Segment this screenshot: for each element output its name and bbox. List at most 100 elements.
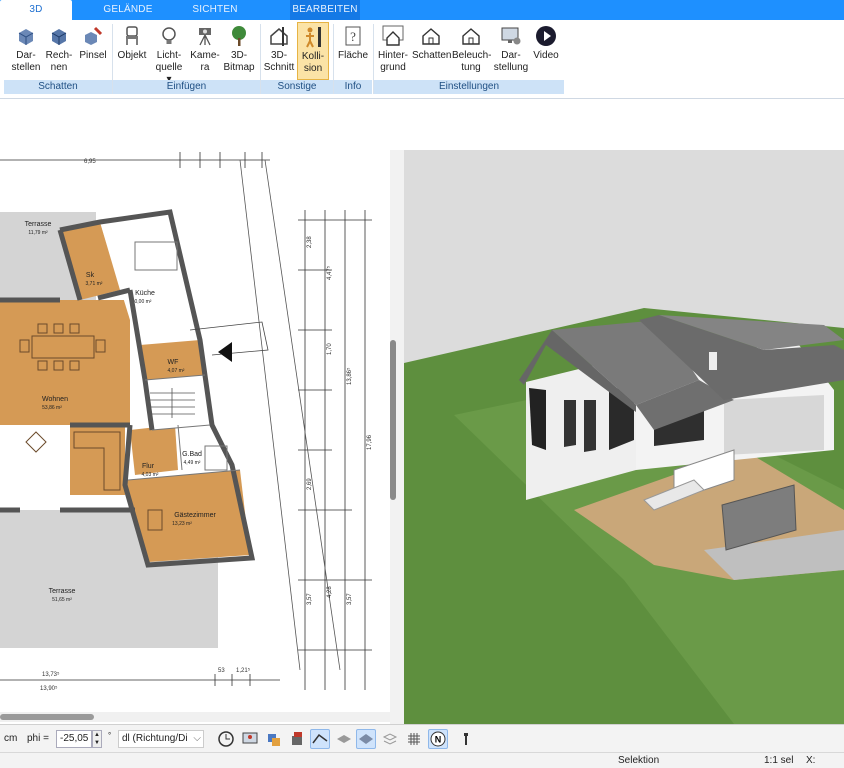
tab-sichten[interactable]: SICHTEN (176, 0, 254, 20)
terrain-view-icon[interactable] (310, 729, 330, 749)
monitor-person-icon[interactable] (240, 729, 260, 749)
grid-icon[interactable] (404, 729, 424, 749)
dl-direction-select[interactable]: dl (Richtung/Di ⌵ (118, 730, 204, 748)
group-einfuegen-label: Einfügen (113, 80, 260, 94)
rechnen-button[interactable]: Rech- nen (44, 22, 74, 80)
svg-text:2,69: 2,69 (307, 478, 313, 490)
group-einstellungen-label: Einstellungen (374, 80, 564, 94)
room-terrasse-south-area: 51,65 m² (52, 597, 72, 603)
shading-icon[interactable] (334, 729, 354, 749)
beleuchtung-label-2: tung (461, 62, 481, 73)
kollision-label-1: Kolli- (301, 51, 325, 62)
3d-view[interactable] (404, 150, 844, 724)
darstellen-label-2: stellen (11, 62, 41, 73)
schnitt-label-2: Schnitt (263, 62, 295, 73)
darstellen-label-1: Dar- (16, 50, 36, 61)
svg-text:53: 53 (218, 668, 225, 674)
3d-house-render (404, 308, 844, 724)
phi-input[interactable]: -25,05 (56, 730, 92, 748)
layers-icon[interactable] (264, 729, 284, 749)
floor-plan-view[interactable]: 6,95 13,73⁵ 13,90⁵ 53 1,21⁵ 2,38 4,47⁵ 1… (0, 150, 391, 710)
north-arrow-icon[interactable]: N (428, 729, 448, 749)
objekt-label: Objekt (117, 50, 147, 61)
tab-3d[interactable]: 3D (0, 0, 72, 20)
flaeche-button[interactable]: ? Fläche (336, 22, 370, 80)
room-wf-area: 4,07 m² (168, 368, 185, 374)
svg-text:4,47⁵: 4,47⁵ (326, 265, 333, 280)
room-kueche-area: 0,00 m² (135, 299, 152, 305)
room-wf-name: WF (168, 359, 179, 366)
room-wohnen-name: Wohnen (42, 396, 68, 403)
darstellung-button[interactable]: Dar- stellung (492, 22, 530, 80)
darstellen-button[interactable]: Dar- stellen (10, 22, 42, 80)
svg-text:2,38: 2,38 (307, 236, 313, 248)
svg-text:1,21⁵: 1,21⁵ (236, 667, 251, 674)
cube-calc-icon (51, 29, 67, 45)
kamera-label-1: Kame- (190, 50, 220, 61)
room-kueche-name: Küche (135, 290, 155, 297)
unit-label: cm (4, 733, 18, 744)
pin-icon[interactable] (456, 729, 476, 749)
monitor-settings-icon (501, 27, 521, 45)
status-scale: 1:1 sel (764, 755, 794, 766)
room-terrasse-north-area: 11,79 m² (28, 230, 48, 236)
schatten-button[interactable]: Schatten (412, 22, 452, 80)
rechnen-label-1: Rech- (45, 50, 73, 61)
hintergrund-label-1: Hinter- (377, 50, 408, 61)
group-sonstige-label: Sonstige (261, 80, 333, 94)
pinsel-label: Pinsel (79, 50, 107, 61)
kollision-button[interactable]: Kolli- sion (297, 22, 329, 80)
plan-horizontal-scrollbar[interactable] (0, 714, 94, 720)
ribbon-tab-bar: 3D GELÄNDE SICHTEN BEARBEITEN (0, 0, 844, 20)
surface-view-icon[interactable] (356, 729, 376, 749)
ribbon: Dar- stellen Rech- nen Pinsel Objekt Lic… (0, 20, 844, 99)
status-x-coordinate: X: (806, 755, 816, 766)
bitmap-label-1: 3D- (230, 50, 248, 61)
svg-text:13,73⁵: 13,73⁵ (42, 671, 60, 678)
info-question-icon: ? (345, 26, 361, 46)
degree-label: ° (108, 731, 112, 740)
plan-vertical-scrollbar[interactable] (390, 340, 396, 500)
lichtquelle-label-1: Licht- (156, 50, 182, 61)
status-mode: Selektion (618, 755, 660, 766)
schatten-label: Schatten (412, 50, 452, 61)
room-terrasse-north-name: Terrasse (25, 221, 52, 228)
pinsel-button[interactable]: Pinsel (78, 22, 108, 80)
video-button[interactable]: Video (532, 22, 560, 80)
room-sk-name: Sk (86, 272, 95, 279)
floor-plan-drawing: 6,95 13,73⁵ 13,90⁵ 53 1,21⁵ 2,38 4,47⁵ 1… (0, 152, 373, 692)
3d-schnitt-button[interactable]: 3D- Schnitt (262, 22, 296, 80)
camera-tripod-icon (199, 28, 211, 46)
hintergrund-label-2: grund (380, 62, 406, 73)
rechnen-label-2: nen (50, 62, 68, 73)
person-wall-icon (306, 27, 321, 48)
chair-icon (126, 26, 138, 45)
room-gaestezimmer-area: 13,23 m² (172, 521, 192, 527)
phi-label: phi = (27, 733, 49, 744)
kamera-button[interactable]: Kame- ra (190, 22, 220, 80)
stack-icon[interactable] (380, 729, 400, 749)
play-icon (536, 26, 556, 46)
group-info-label: Info (334, 80, 372, 94)
darstellung-label-1: Dar- (501, 50, 521, 61)
hintergrund-button[interactable]: Hinter- grund (376, 22, 410, 80)
room-flur-name: Flur (142, 463, 155, 470)
beleuchtung-button[interactable]: Beleuch- tung (452, 22, 491, 80)
svg-text:6,95: 6,95 (84, 159, 96, 165)
svg-text:3,57: 3,57 (307, 593, 313, 605)
room-terrasse-south-name: Terrasse (49, 588, 76, 595)
dl-direction-value: dl (Richtung/Di (122, 733, 188, 744)
room-sk-area: 3,71 m² (86, 281, 103, 287)
objekt-button[interactable]: Objekt (116, 22, 148, 80)
tree-icon (232, 26, 246, 46)
clock-icon[interactable] (216, 729, 236, 749)
3d-bitmap-button[interactable]: 3D- Bitmap (222, 22, 256, 80)
svg-text:13,86⁵: 13,86⁵ (346, 367, 353, 385)
tab-bearbeiten[interactable]: BEARBEITEN (290, 0, 360, 20)
lichtquelle-button[interactable]: Licht- quelle ▾ (152, 22, 186, 85)
light-bulb-icon (162, 27, 176, 44)
phi-spinner[interactable]: ▲ ▼ (92, 730, 102, 748)
tab-gelaende[interactable]: GELÄNDE (86, 0, 170, 20)
paint-bucket-icon[interactable] (288, 729, 308, 749)
room-gbad-name: G.Bad (182, 451, 202, 458)
